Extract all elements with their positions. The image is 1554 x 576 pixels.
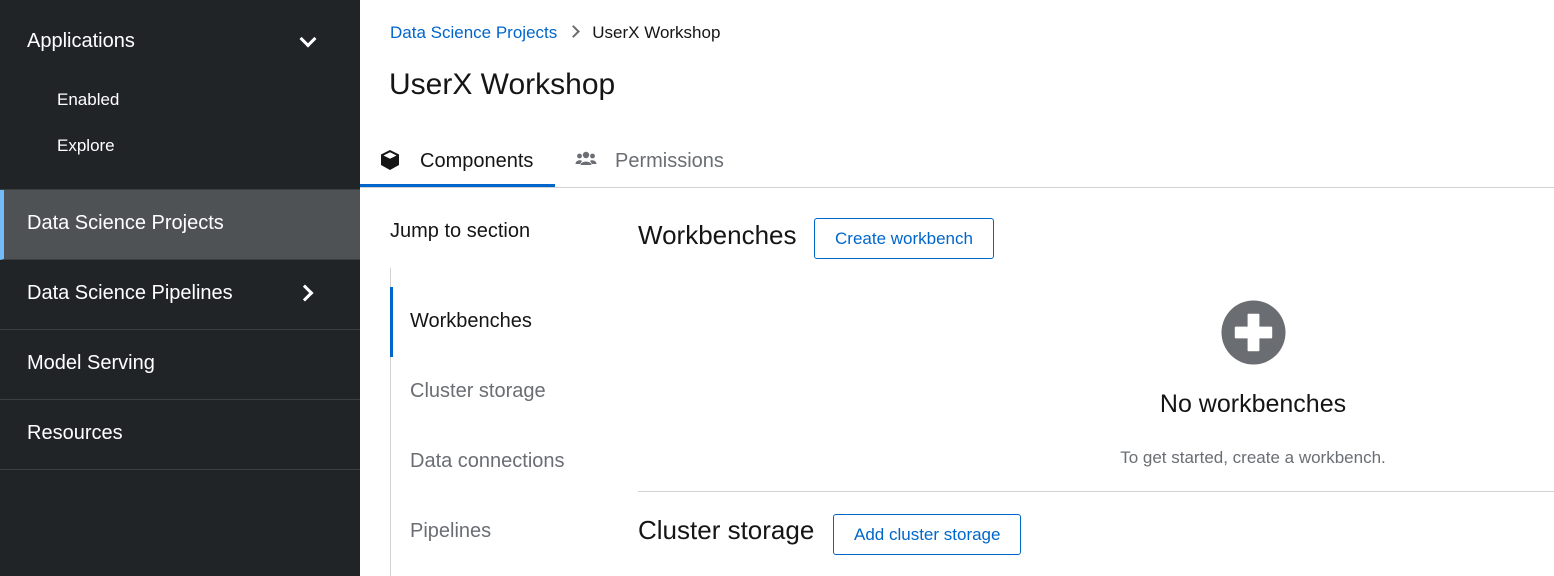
tab-label: Permissions <box>615 150 724 172</box>
sidebar-item-label: Data Science Pipelines <box>27 282 233 304</box>
jump-link-data-connections[interactable]: Data connections <box>390 427 610 497</box>
jump-to-section-title: Jump to section <box>390 220 531 242</box>
section-title-workbenches: Workbenches <box>638 220 797 250</box>
tab-permissions[interactable]: Permissions <box>555 140 745 186</box>
chevron-right-icon <box>296 284 314 302</box>
breadcrumb-current: UserX Workshop <box>592 23 721 42</box>
jump-link-label: Workbenches <box>410 310 532 332</box>
users-icon <box>575 151 597 165</box>
sidebar-subitem-explore[interactable]: Explore <box>57 136 115 156</box>
plus-circle-icon <box>1221 300 1286 365</box>
sidebar-group-label: Applications <box>27 30 135 52</box>
cube-icon <box>381 150 399 170</box>
empty-state-title: No workbenches <box>1159 390 1347 418</box>
sidebar-item-data-science-pipelines[interactable]: Data Science Pipelines <box>0 260 360 330</box>
sidebar-item-model-serving[interactable]: Model Serving <box>0 330 360 400</box>
breadcrumb-separator-icon <box>567 25 581 38</box>
sidebar-subitem-enabled[interactable]: Enabled <box>57 90 119 110</box>
jump-link-workbenches[interactable]: Workbenches <box>390 287 610 357</box>
jump-link-label: Cluster storage <box>410 380 546 402</box>
empty-state-body: To get started, create a workbench. <box>1120 448 1386 467</box>
section-title-cluster-storage: Cluster storage <box>638 515 815 545</box>
page-title: UserX Workshop <box>389 68 616 101</box>
sidebar-item-label: Resources <box>27 422 123 444</box>
sidebar-group-applications[interactable]: Applications <box>0 0 360 84</box>
sidebar-item-label: Data Science Projects <box>27 212 224 234</box>
jump-link-pipelines[interactable]: Pipelines <box>390 497 610 567</box>
chevron-down-icon <box>299 30 317 48</box>
create-workbench-button[interactable]: Create workbench <box>814 218 994 259</box>
sidebar-item-label: Model Serving <box>27 352 155 374</box>
jump-link-cluster-storage[interactable]: Cluster storage <box>390 357 610 427</box>
tab-label: Components <box>420 150 534 172</box>
breadcrumb-link-projects[interactable]: Data Science Projects <box>390 23 557 42</box>
section-divider <box>638 491 1554 492</box>
jump-link-label: Pipelines <box>410 520 492 542</box>
sidebar-item-data-science-projects[interactable]: Data Science Projects <box>0 190 360 260</box>
tab-components[interactable]: Components <box>360 140 555 187</box>
sidebar-item-resources[interactable]: Resources <box>0 400 360 470</box>
sidebar: Applications Enabled Explore Data Scienc… <box>0 0 360 576</box>
breadcrumb: Data Science Projects UserX Workshop <box>390 23 720 43</box>
tab-bar: Components Permissions <box>360 140 1554 188</box>
add-cluster-storage-button[interactable]: Add cluster storage <box>833 514 1022 555</box>
jump-link-label: Data connections <box>410 450 565 472</box>
